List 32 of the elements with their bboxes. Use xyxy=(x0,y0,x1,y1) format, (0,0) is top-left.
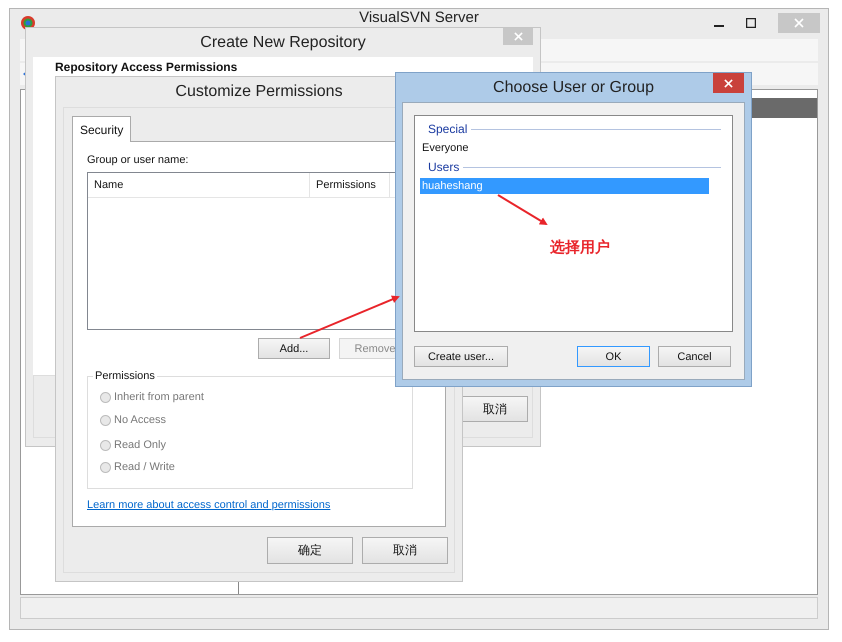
option-label: Read Only xyxy=(114,439,166,451)
help-link[interactable]: Learn more about access control and permissions xyxy=(87,499,330,511)
close-icon xyxy=(724,78,733,88)
dialog-title: Choose User or Group xyxy=(493,78,654,96)
cancel-button[interactable]: 取消 xyxy=(462,396,528,422)
annotation-text: 选择用户 xyxy=(550,238,610,257)
ok-button[interactable]: OK xyxy=(577,346,650,367)
maximize-icon[interactable] xyxy=(746,18,756,28)
column-header[interactable]: Name xyxy=(88,173,310,197)
dialog-title: Create New Repository xyxy=(200,34,366,52)
option-label: No Access xyxy=(114,414,166,426)
tab[interactable]: Security xyxy=(72,116,132,142)
annotation-arrow xyxy=(497,194,548,226)
option-label: Inherit from parent xyxy=(114,391,204,403)
add-button[interactable]: Add... xyxy=(258,338,330,359)
dialog-title: Customize Permissions xyxy=(175,83,343,101)
group-header: Users xyxy=(428,160,460,174)
list-label: Group or user name: xyxy=(87,154,190,166)
group-header: Special xyxy=(428,122,468,136)
user-item[interactable]: Everyone xyxy=(420,140,709,156)
page-heading: Repository Access Permissions xyxy=(55,60,238,74)
option-label: Read / Write xyxy=(114,461,175,473)
create-user-button[interactable]: Create user... xyxy=(414,346,508,367)
close-button[interactable] xyxy=(713,73,744,93)
group-title: Permissions xyxy=(93,370,157,382)
close-icon xyxy=(514,32,522,41)
confirm-button[interactable]: 确定 xyxy=(267,537,353,564)
cancel-button[interactable]: 取消 xyxy=(362,537,448,564)
close-icon xyxy=(794,18,804,28)
cancel-button[interactable]: Cancel xyxy=(658,346,731,367)
window-title: VisualSVN Server xyxy=(359,10,479,26)
column-header[interactable]: Permissions xyxy=(310,173,390,197)
